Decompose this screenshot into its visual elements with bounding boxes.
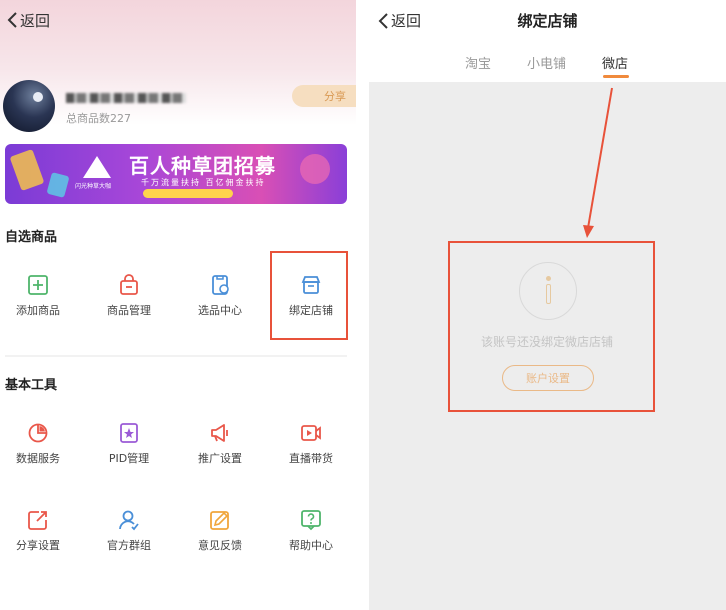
share-settings-label: 分享设置	[16, 539, 60, 552]
banner-date-pill	[143, 189, 233, 198]
share-button[interactable]: 分享	[292, 85, 356, 107]
official-group-button[interactable]: 官方群组	[91, 509, 167, 553]
tab-weidian[interactable]: 微店	[602, 53, 628, 72]
banner-subtitle: 千万流量扶持 百亿佣金扶持	[141, 178, 266, 187]
promotion-button[interactable]: 推广设置	[182, 422, 258, 466]
promotion-label: 推广设置	[198, 452, 242, 465]
add-goods-label: 添加商品	[16, 304, 60, 317]
tab-taobao[interactable]: 淘宝	[465, 53, 491, 72]
live-stream-icon	[301, 425, 321, 441]
empty-state-highlight-box	[448, 241, 655, 412]
data-service-icon	[28, 423, 48, 443]
share-settings-icon	[28, 511, 47, 530]
banner-logo-text: 闪光种草大咖	[75, 183, 112, 190]
back-button[interactable]: 返回	[6, 8, 50, 32]
add-goods-icon	[28, 275, 48, 295]
shop-tabs: 淘宝 小电铺 微店	[369, 40, 726, 82]
bind-shop-highlight-box	[270, 251, 348, 340]
feedback-button[interactable]: 意见反馈	[182, 509, 258, 553]
goods-manage-button[interactable]: 商品管理	[91, 274, 167, 318]
pid-manage-icon	[120, 423, 138, 443]
banner-logo-icon	[83, 156, 111, 178]
banner-decoration	[46, 172, 70, 198]
share-settings-button[interactable]: 分享设置	[0, 509, 76, 553]
banner-decoration	[9, 148, 45, 192]
nav-bar: 绑定店铺 返回	[369, 0, 726, 40]
feedback-icon	[210, 511, 229, 530]
username-blurred	[66, 93, 186, 103]
banner-decoration	[300, 154, 330, 184]
banner-title: 百人种草团招募	[129, 154, 276, 178]
avatar[interactable]	[3, 80, 55, 132]
goods-manage-icon	[120, 274, 138, 295]
official-group-label: 官方群组	[107, 539, 151, 552]
official-group-icon	[119, 510, 139, 531]
tools-section-title: 基本工具	[5, 378, 58, 393]
share-label: 分享	[324, 90, 346, 103]
selection-center-button[interactable]: 选品中心	[182, 274, 258, 318]
add-goods-button[interactable]: 添加商品	[0, 274, 76, 318]
goods-manage-label: 商品管理	[107, 304, 151, 317]
help-center-icon	[301, 510, 321, 531]
chevron-left-icon	[7, 12, 17, 28]
back-label: 返回	[20, 11, 51, 30]
help-center-button[interactable]: 帮助中心	[273, 509, 349, 553]
pid-manage-label: PID管理	[108, 452, 150, 465]
feedback-label: 意见反馈	[198, 539, 242, 552]
selection-center-icon	[212, 275, 229, 295]
chevron-left-icon	[378, 12, 388, 29]
section-divider	[5, 355, 347, 357]
back-label: 返回	[391, 12, 422, 30]
goods-count: 总商品数227	[66, 112, 131, 125]
page-title: 绑定店铺	[517, 12, 578, 30]
active-tab-indicator	[603, 75, 629, 78]
self-select-section-title: 自选商品	[5, 230, 58, 245]
selection-center-label: 选品中心	[198, 304, 242, 317]
left-screen: 返回 总商品数227 分享 闪光种草大咖 百人种草团招募 千万流量扶持 百亿佣金…	[0, 0, 356, 610]
promotion-icon	[211, 424, 228, 442]
back-button[interactable]: 返回	[377, 10, 421, 31]
pid-manage-button[interactable]: PID管理	[91, 422, 167, 466]
live-stream-button[interactable]: 直播带货	[273, 422, 349, 466]
data-service-button[interactable]: 数据服务	[0, 422, 76, 466]
data-service-label: 数据服务	[16, 452, 60, 465]
recruit-banner[interactable]: 闪光种草大咖 百人种草团招募 千万流量扶持 百亿佣金扶持	[5, 144, 347, 204]
help-center-label: 帮助中心	[289, 539, 333, 552]
live-stream-label: 直播带货	[289, 452, 333, 465]
tab-xiaodianpu[interactable]: 小电铺	[527, 53, 566, 72]
